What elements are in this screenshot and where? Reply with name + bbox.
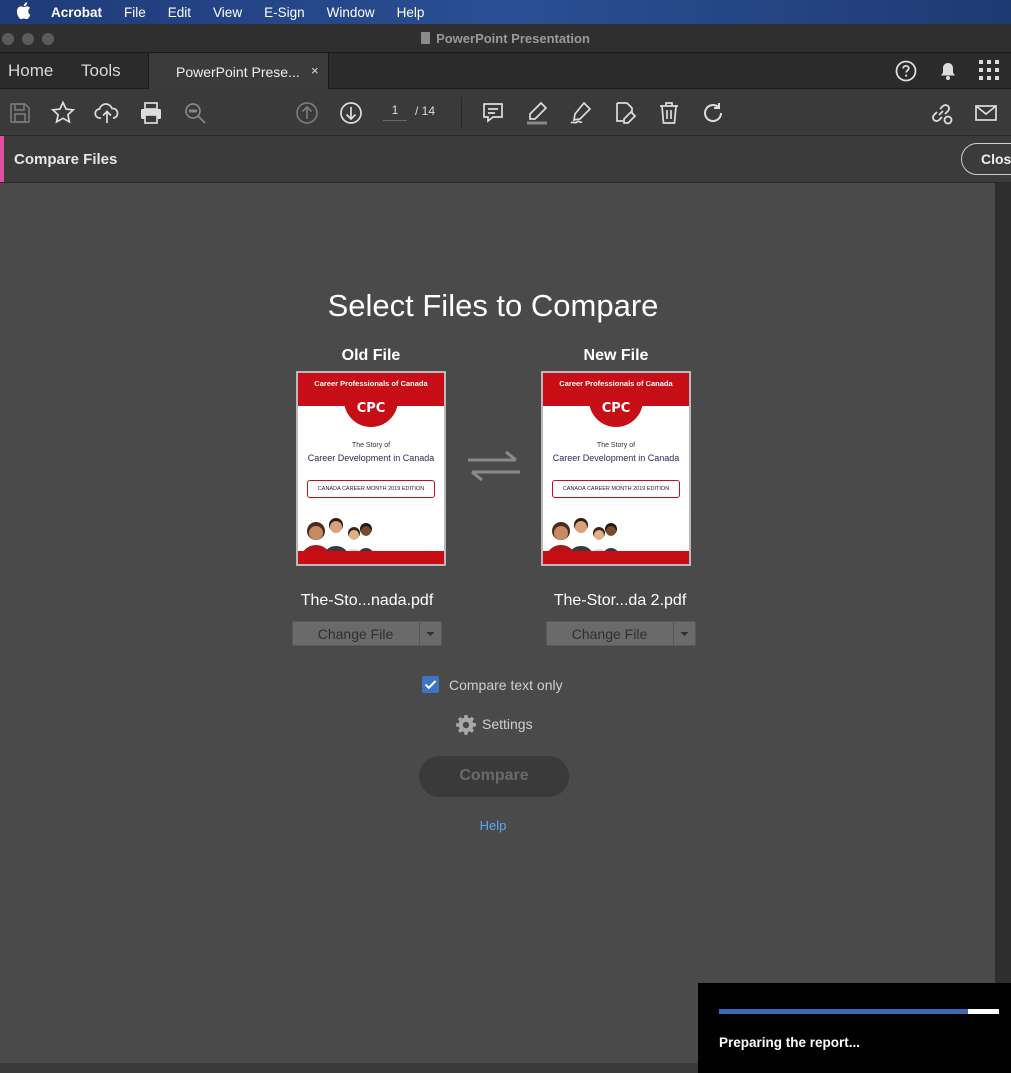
progress-bar-fill: [719, 1009, 969, 1014]
window-title: PowerPoint Presentation: [436, 31, 590, 46]
compare-text-only-checkbox[interactable]: [422, 676, 439, 693]
notifications-bell-icon[interactable]: [937, 60, 959, 87]
tab-document-label: PowerPoint Prese...: [176, 64, 300, 80]
comment-icon[interactable]: [480, 100, 506, 126]
tab-bar: Home Tools PowerPoint Prese... ×: [0, 53, 1011, 89]
tool-panel-header: Compare Files Clos: [0, 136, 1011, 183]
cover-org-name: Career Professionals of Canada: [314, 379, 428, 388]
pdf-document-icon: [421, 32, 431, 44]
share-link-icon[interactable]: [928, 100, 954, 126]
help-link[interactable]: Help: [0, 818, 986, 833]
progress-bar: [719, 1009, 999, 1014]
cpc-logo: CPC: [344, 389, 398, 427]
delete-trash-icon[interactable]: [656, 100, 682, 126]
edit-document-icon[interactable]: [612, 100, 638, 126]
cover-story: The Story of: [596, 442, 636, 449]
cover-edition-badge: CANADA CAREER MONTH 2019 EDITION: [552, 480, 680, 498]
tab-document[interactable]: PowerPoint Prese... ×: [148, 53, 329, 89]
toolbar: 1 / 14: [0, 89, 1011, 136]
email-icon[interactable]: [973, 100, 999, 126]
cover-subtitle: Career Development in Canada: [307, 453, 435, 463]
progress-message: Preparing the report...: [719, 1035, 861, 1050]
cloud-upload-icon[interactable]: [94, 100, 120, 126]
cover-story: The Story of: [351, 442, 391, 449]
cpc-logo: CPC: [589, 389, 643, 427]
menu-bar: Acrobat File Edit View E-Sign Window Hel…: [0, 0, 1011, 24]
next-page-icon[interactable]: [338, 100, 364, 126]
page-total: / 14: [415, 104, 436, 118]
compare-button[interactable]: Compare: [419, 756, 569, 797]
new-file-thumbnail[interactable]: Career Professionals of Canada CPC The S…: [541, 371, 691, 566]
progress-toast: Preparing the report...: [698, 983, 1011, 1073]
zoom-search-icon[interactable]: [182, 100, 208, 126]
cover-org-name: Career Professionals of Canada: [559, 379, 673, 388]
gear-icon: [455, 714, 477, 741]
toolbar-divider: [461, 97, 462, 128]
old-file-label: Old File: [341, 347, 401, 364]
menu-view[interactable]: View: [213, 5, 242, 20]
new-file-label: New File: [583, 347, 649, 364]
menu-file[interactable]: File: [124, 5, 146, 20]
old-file-name: The-Sto...nada.pdf: [300, 592, 434, 609]
old-file-thumbnail[interactable]: Career Professionals of Canada CPC The S…: [296, 371, 446, 566]
help-icon[interactable]: [895, 60, 917, 87]
bookmark-star-icon[interactable]: [50, 100, 76, 126]
save-icon[interactable]: [7, 100, 33, 126]
change-file-label: Change File: [317, 626, 394, 642]
scrollbar-thumb[interactable]: [995, 183, 1011, 983]
print-icon[interactable]: [138, 100, 164, 126]
new-change-file-button[interactable]: Change File: [546, 621, 696, 646]
tab-home[interactable]: Home: [8, 61, 53, 81]
status-strip: [0, 1063, 698, 1073]
sign-pen-icon[interactable]: [568, 100, 594, 126]
compare-text-only-label: Compare text only: [449, 677, 563, 693]
swap-files-icon[interactable]: [466, 450, 522, 482]
checkmark-icon: [424, 680, 437, 690]
menu-esign[interactable]: E-Sign: [264, 5, 305, 20]
menu-edit[interactable]: Edit: [168, 5, 191, 20]
vertical-scrollbar[interactable]: [995, 183, 1011, 983]
apps-grid-icon[interactable]: [979, 60, 999, 85]
apple-icon[interactable]: [13, 2, 33, 22]
menu-help[interactable]: Help: [397, 5, 425, 20]
cover-subtitle: Career Development in Canada: [552, 453, 680, 463]
page-number-input[interactable]: 1: [383, 103, 407, 121]
window-title-bar: PowerPoint Presentation: [0, 24, 1011, 53]
chevron-down-icon[interactable]: [674, 622, 695, 645]
cover-edition-badge: CANADA CAREER MONTH 2019 EDITION: [307, 480, 435, 498]
chevron-down-icon[interactable]: [420, 622, 441, 645]
highlight-pen-icon[interactable]: [524, 100, 550, 126]
close-tool-button[interactable]: Clos: [961, 143, 1011, 175]
tab-tools[interactable]: Tools: [81, 61, 121, 81]
old-change-file-button[interactable]: Change File: [292, 621, 442, 646]
close-tab-icon[interactable]: ×: [311, 63, 319, 78]
settings-label: Settings: [482, 716, 533, 732]
menu-window[interactable]: Window: [327, 5, 375, 20]
previous-page-icon[interactable]: [294, 100, 320, 126]
new-file-name: The-Stor...da 2.pdf: [553, 592, 687, 609]
page-title: Select Files to Compare: [327, 288, 659, 323]
tool-panel-title: Compare Files: [14, 151, 118, 168]
rotate-icon[interactable]: [700, 100, 726, 126]
change-file-label: Change File: [571, 626, 648, 642]
tool-accent-strip: [0, 136, 4, 182]
menu-acrobat[interactable]: Acrobat: [51, 5, 102, 20]
